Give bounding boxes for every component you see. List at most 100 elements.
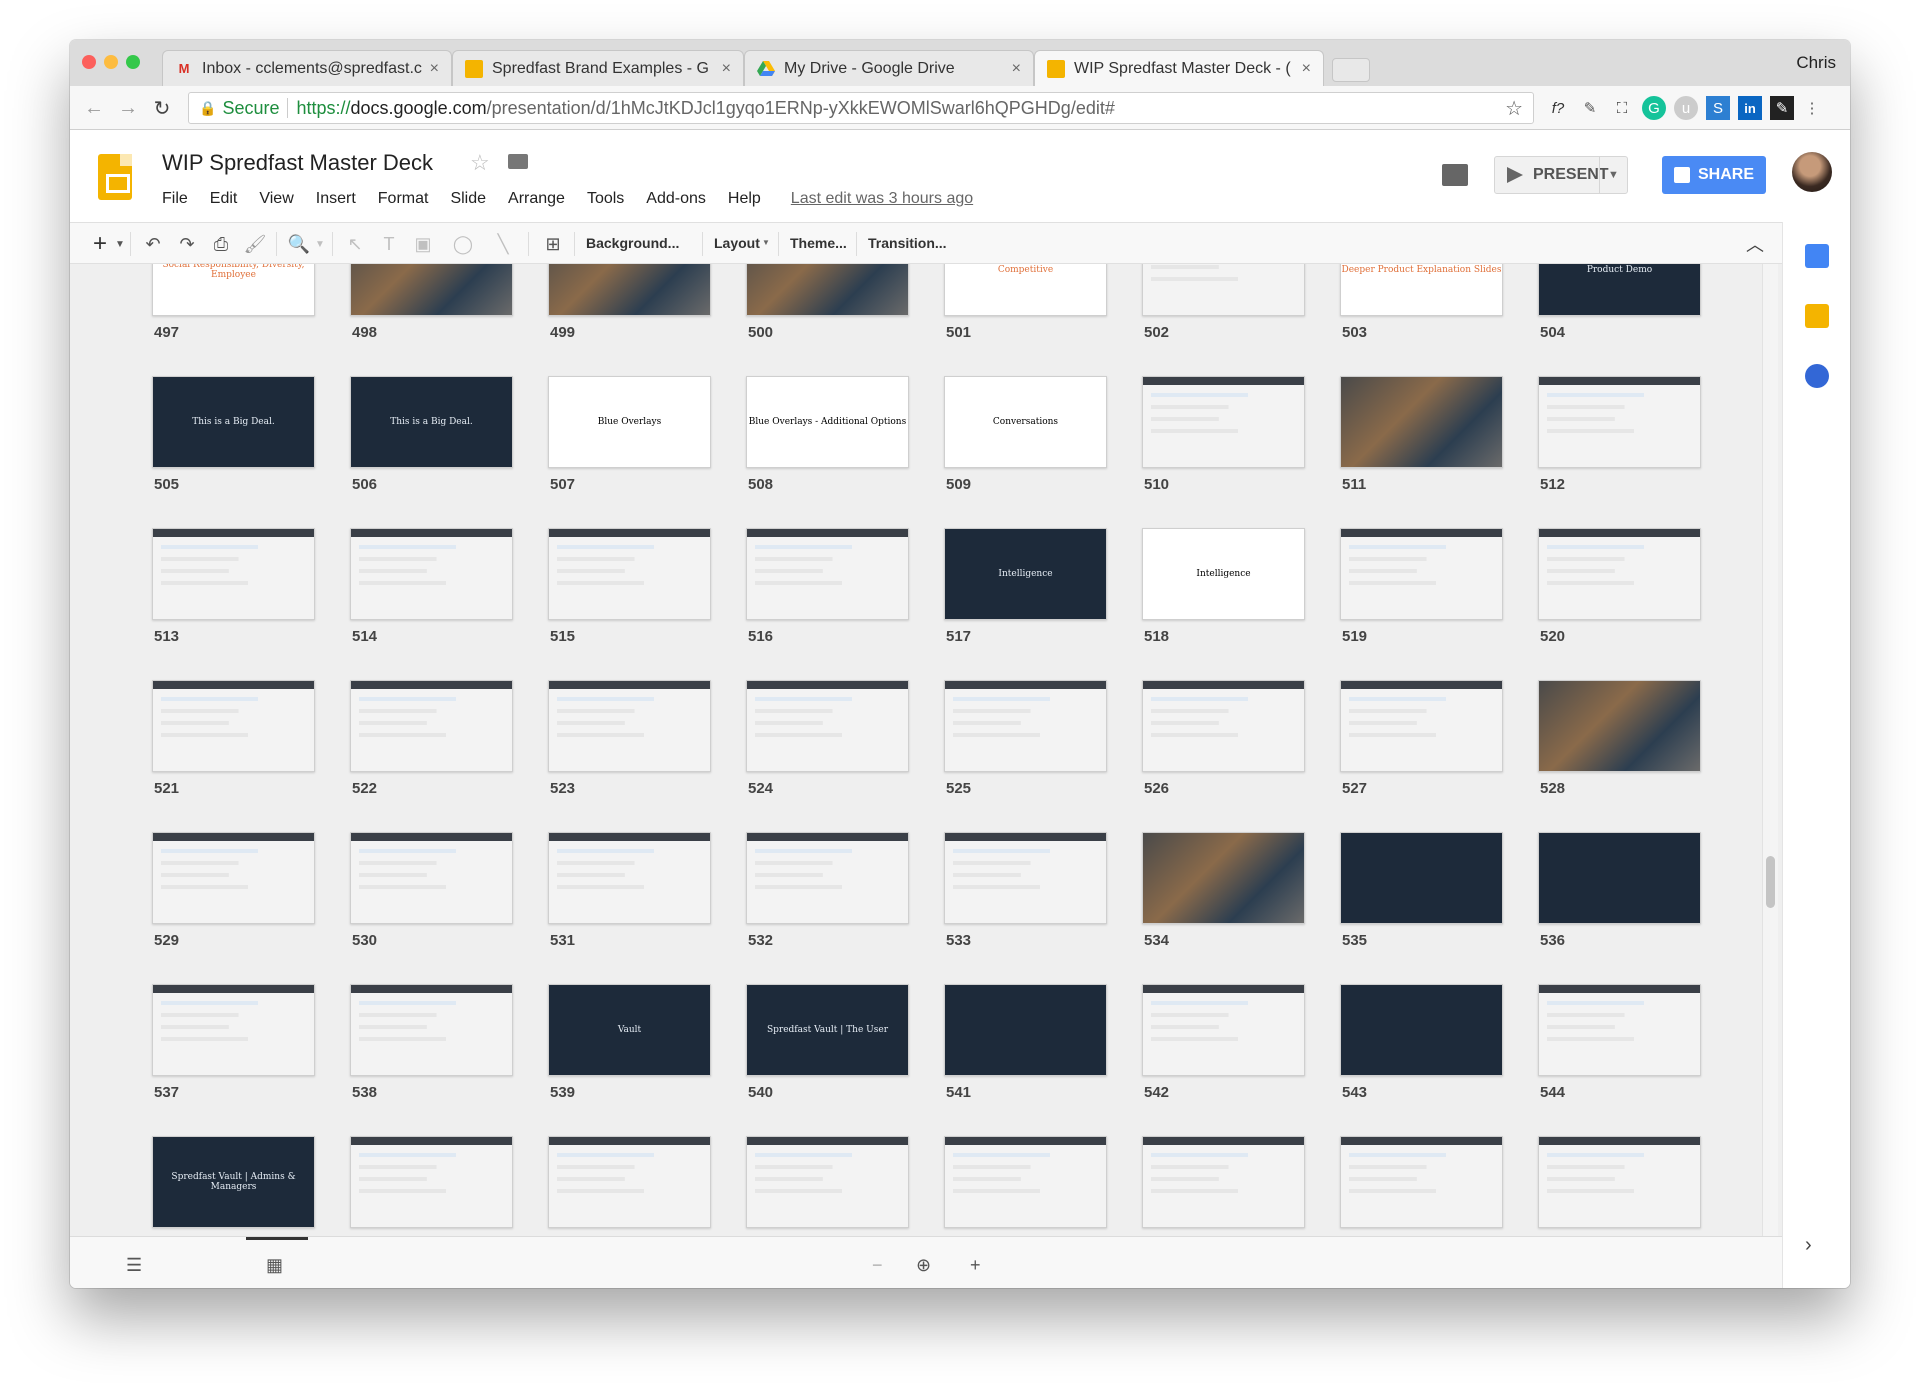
theme-button[interactable]: Theme... bbox=[790, 235, 847, 251]
chevron-down-icon[interactable]: ▼ bbox=[314, 232, 326, 256]
add-comment-icon[interactable]: ⊞ bbox=[540, 232, 566, 256]
gray-extension-icon[interactable]: u bbox=[1674, 96, 1698, 120]
close-window-button[interactable] bbox=[82, 55, 96, 69]
menu-edit[interactable]: Edit bbox=[210, 190, 238, 208]
slide-thumbnail[interactable] bbox=[1538, 680, 1701, 772]
filmstrip-view-icon[interactable]: ☰ bbox=[126, 1255, 142, 1276]
menu-insert[interactable]: Insert bbox=[316, 190, 356, 208]
grammarly-icon[interactable]: G bbox=[1642, 96, 1666, 120]
slide-thumbnail[interactable] bbox=[152, 984, 315, 1076]
slide-thumbnail[interactable] bbox=[1538, 528, 1701, 620]
tab-my-drive[interactable]: My Drive - Google Drive × bbox=[744, 50, 1034, 86]
menu-slide[interactable]: Slide bbox=[450, 190, 486, 208]
folder-icon[interactable] bbox=[508, 154, 528, 169]
last-edit-link[interactable]: Last edit was 3 hours ago bbox=[791, 190, 973, 208]
menu-file[interactable]: File bbox=[162, 190, 188, 208]
slide-thumbnail[interactable]: Vault bbox=[548, 984, 711, 1076]
close-tab-icon[interactable]: × bbox=[1302, 60, 1311, 78]
zoom-window-button[interactable] bbox=[126, 55, 140, 69]
slide-thumbnail[interactable] bbox=[1142, 376, 1305, 468]
chevron-down-icon[interactable]: ▼ bbox=[1599, 157, 1627, 193]
menu-help[interactable]: Help bbox=[728, 190, 761, 208]
tab-gmail[interactable]: M Inbox - cclements@spredfast.c × bbox=[162, 50, 452, 86]
slide-thumbnail[interactable] bbox=[746, 264, 909, 316]
slide-thumbnail[interactable] bbox=[1538, 984, 1701, 1076]
slide-thumbnail[interactable] bbox=[350, 680, 513, 772]
forward-icon[interactable]: → bbox=[114, 94, 142, 122]
more-menu-icon[interactable]: ⋮ bbox=[1800, 96, 1824, 120]
star-icon[interactable]: ☆ bbox=[470, 150, 490, 176]
slide-thumbnail[interactable] bbox=[944, 1136, 1107, 1228]
layout-button[interactable]: Layout bbox=[714, 235, 760, 251]
screenshot-extension-icon[interactable]: ⛶ bbox=[1610, 96, 1634, 120]
slide-thumbnail[interactable]: Spredfast Vault | The User bbox=[746, 984, 909, 1076]
slide-thumbnail[interactable] bbox=[746, 832, 909, 924]
slide-thumbnail[interactable] bbox=[746, 680, 909, 772]
background-button[interactable]: Background... bbox=[586, 235, 679, 251]
close-tab-icon[interactable]: × bbox=[1012, 60, 1021, 78]
profile-name[interactable]: Chris bbox=[1796, 53, 1836, 73]
share-button[interactable]: SHARE bbox=[1662, 156, 1766, 194]
slide-thumbnail[interactable] bbox=[1340, 832, 1503, 924]
slide-thumbnail[interactable] bbox=[1142, 984, 1305, 1076]
print-icon[interactable]: ⎙ bbox=[208, 232, 234, 256]
bookmark-star-icon[interactable]: ☆ bbox=[1505, 96, 1523, 121]
collapse-toolbar-icon[interactable]: ︿ bbox=[1746, 231, 1764, 257]
slide-thumbnail[interactable]: Product Demo bbox=[1538, 264, 1701, 316]
slide-thumbnail[interactable] bbox=[1340, 528, 1503, 620]
sky-extension-icon[interactable]: S bbox=[1706, 96, 1730, 120]
slide-thumbnail[interactable] bbox=[350, 832, 513, 924]
slide-thumbnail[interactable] bbox=[944, 680, 1107, 772]
present-button[interactable]: PRESENT ▼ bbox=[1494, 156, 1628, 194]
slide-thumbnail[interactable] bbox=[152, 832, 315, 924]
address-bar[interactable]: 🔒 Secure https://docs.google.com/present… bbox=[188, 92, 1534, 124]
formula-extension-icon[interactable]: f? bbox=[1546, 96, 1570, 120]
menu-tools[interactable]: Tools bbox=[587, 190, 624, 208]
chevron-right-icon[interactable]: › bbox=[1805, 1234, 1812, 1257]
slide-thumbnail[interactable] bbox=[350, 984, 513, 1076]
slide-thumbnail[interactable]: Intelligence bbox=[1142, 528, 1305, 620]
reload-icon[interactable]: ↻ bbox=[148, 94, 176, 122]
slide-thumbnail[interactable] bbox=[1538, 1136, 1701, 1228]
slide-thumbnail[interactable] bbox=[746, 1136, 909, 1228]
shape-icon[interactable]: ◯ bbox=[450, 232, 476, 256]
slide-thumbnail[interactable] bbox=[350, 528, 513, 620]
slide-thumbnail[interactable] bbox=[152, 528, 315, 620]
zoom-out-icon[interactable]: − bbox=[872, 1255, 883, 1276]
slide-thumbnail[interactable] bbox=[1142, 264, 1305, 316]
slide-thumbnail[interactable] bbox=[548, 528, 711, 620]
line-icon[interactable]: ╲ bbox=[490, 232, 516, 256]
avatar[interactable] bbox=[1792, 152, 1832, 192]
slide-thumbnail[interactable] bbox=[548, 264, 711, 316]
tab-master-deck[interactable]: WIP Spredfast Master Deck - ( × bbox=[1034, 50, 1324, 86]
scrollbar-thumb[interactable] bbox=[1766, 856, 1775, 908]
slide-thumbnail[interactable]: Intelligence bbox=[944, 528, 1107, 620]
redo-icon[interactable]: ↷ bbox=[174, 232, 200, 256]
menu-add-ons[interactable]: Add-ons bbox=[646, 190, 706, 208]
slide-thumbnail[interactable] bbox=[1142, 1136, 1305, 1228]
slide-thumbnail[interactable]: Conversations bbox=[944, 376, 1107, 468]
slide-thumbnail[interactable]: This is a Big Deal. bbox=[350, 376, 513, 468]
slide-thumbnail[interactable] bbox=[746, 528, 909, 620]
undo-icon[interactable]: ↶ bbox=[140, 232, 166, 256]
slide-thumbnail[interactable] bbox=[1142, 680, 1305, 772]
scrollbar[interactable] bbox=[1762, 264, 1778, 1236]
slide-thumbnail[interactable] bbox=[350, 264, 513, 316]
slide-thumbnail[interactable] bbox=[1538, 832, 1701, 924]
chevron-down-icon[interactable]: ▼ bbox=[762, 238, 770, 247]
slide-thumbnail[interactable] bbox=[1538, 376, 1701, 468]
slide-thumbnail[interactable] bbox=[944, 832, 1107, 924]
slide-thumbnail[interactable] bbox=[548, 680, 711, 772]
slide-thumbnail[interactable] bbox=[350, 1136, 513, 1228]
slide-thumbnail[interactable]: Blue Overlays - Additional Options bbox=[746, 376, 909, 468]
pen-extension-icon[interactable]: ✎ bbox=[1770, 96, 1794, 120]
slide-thumbnail[interactable] bbox=[152, 680, 315, 772]
keep-icon[interactable] bbox=[1805, 304, 1829, 328]
back-icon[interactable]: ← bbox=[80, 94, 108, 122]
slide-thumbnail[interactable] bbox=[944, 984, 1107, 1076]
slide-thumbnail[interactable]: Blue Overlays bbox=[548, 376, 711, 468]
minimize-window-button[interactable] bbox=[104, 55, 118, 69]
paint-format-icon[interactable]: 🖌 bbox=[242, 232, 268, 256]
slide-thumbnail[interactable] bbox=[1340, 680, 1503, 772]
new-slide-icon[interactable]: + bbox=[88, 230, 112, 257]
